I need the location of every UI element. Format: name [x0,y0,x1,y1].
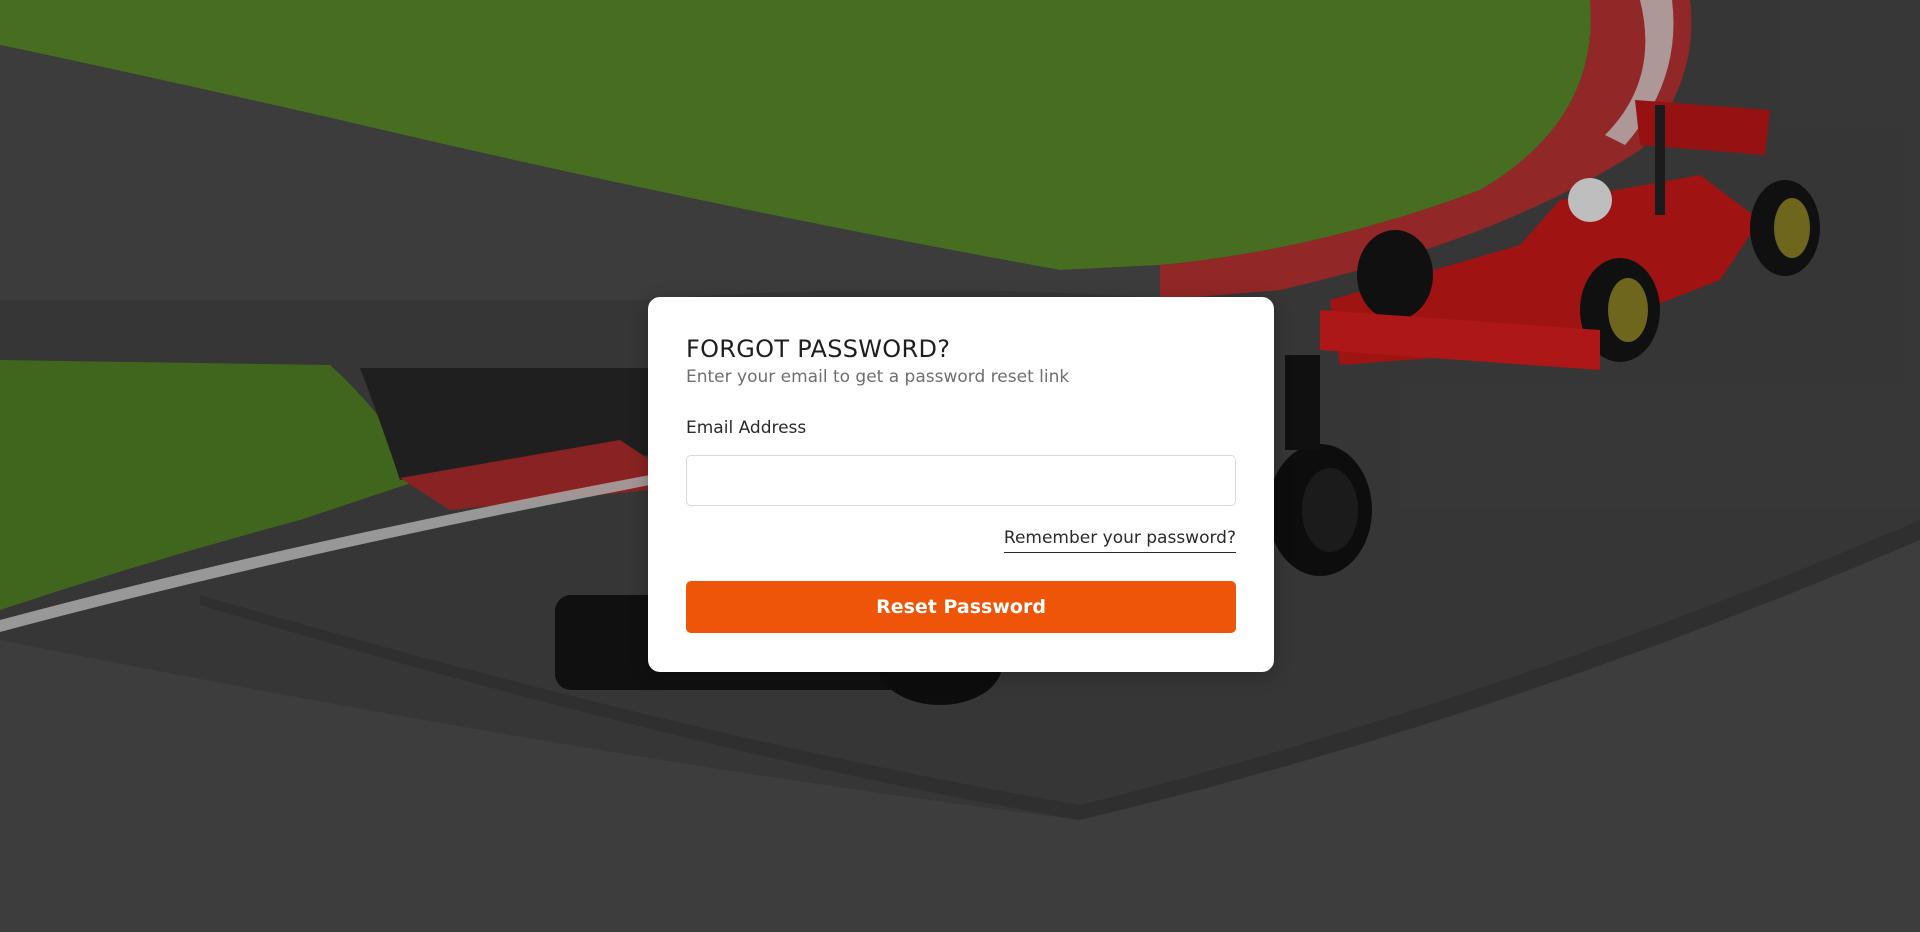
email-label: Email Address [686,418,807,438]
remember-row: Remember your password? [686,528,1236,557]
reset-password-button[interactable]: Reset Password [686,581,1236,633]
page-subtitle: Enter your email to get a password reset… [686,367,1070,387]
page-title: FORGOT PASSWORD? [686,335,951,363]
remember-password-link[interactable]: Remember your password? [1003,528,1236,553]
page-root: FORGOT PASSWORD? Enter your email to get… [0,0,1920,932]
email-field[interactable] [686,455,1236,506]
forgot-password-card: FORGOT PASSWORD? Enter your email to get… [648,297,1274,672]
